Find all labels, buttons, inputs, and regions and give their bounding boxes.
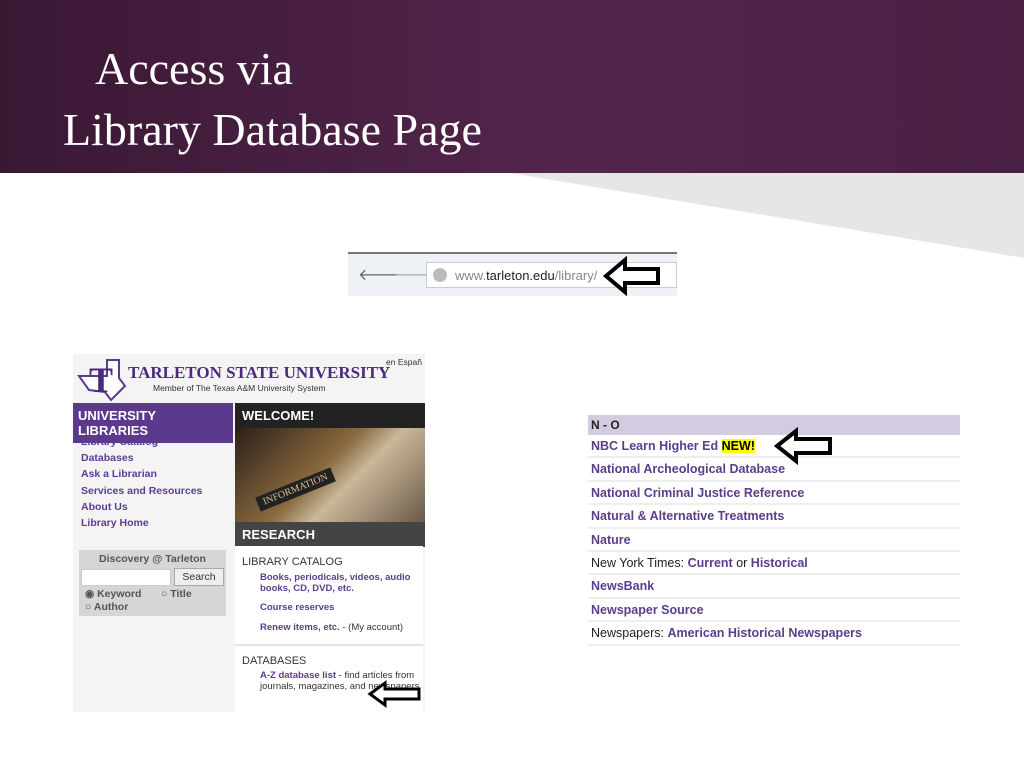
list-item[interactable]: Natural & Alternative Treatments [588,505,960,529]
slide-header: Access via Library Database Page [0,0,1024,173]
db-link[interactable]: National Criminal Justice Reference [591,486,804,500]
db-link[interactable]: American Historical Newspapers [667,626,862,640]
catalog-link-renew[interactable]: Renew items, etc. [260,622,340,633]
url-prefix: www. [455,268,487,283]
slide-title-line1: Access via [95,43,293,94]
radio-keyword-label: Keyword [97,588,142,600]
browser-toolbar: 🡐 🡒 www.tarleton.edu/library/ [348,252,677,296]
university-member: Member of The Texas A&M University Syste… [153,383,326,393]
catalog-renew: Renew items, etc. - (My account) [260,622,403,633]
tarleton-logo: T [77,359,127,402]
sidebar-link-library-catalog[interactable]: Library Catalog [81,434,202,450]
arrow-left-icon [603,256,660,296]
list-item[interactable]: NBC Learn Higher Ed NEW! [588,427,960,465]
newspapers-label: Newspapers: [591,626,668,641]
library-photo: INFORMATION [235,428,425,522]
radio-author-label: Author [93,601,129,613]
sidebar-links: Library Catalog Databases Ask a Libraria… [81,434,202,531]
sidebar-link-ask-librarian[interactable]: Ask a Librarian [81,466,202,482]
catalog-link-books[interactable]: Books, periodicals, videos, audio books,… [260,572,415,594]
az-database-list: N - O NBC Learn Higher Ed NEW! National … [588,415,960,651]
nyt-historical-link[interactable]: Historical [751,556,808,570]
arrow-left-icon [367,680,421,708]
welcome-header: WELCOME! [235,403,425,428]
discovery-search-box: Discovery @ Tarleton Search ◉ Keyword ○ … [79,550,226,616]
list-item[interactable]: NewsBank [588,575,960,599]
db-link[interactable]: Natural & Alternative Treatments [591,509,784,523]
url-domain: tarleton.edu [486,268,555,283]
arrow-left-icon [774,427,832,465]
nyt-label: New York Times: [591,555,688,570]
list-item[interactable]: Nature [588,529,960,552]
university-name: TARLETON STATE UNIVERSITY [128,363,391,382]
discovery-search-input[interactable] [81,569,171,586]
new-badge: NEW! [721,439,755,453]
db-link[interactable]: Nature [591,533,631,547]
research-panel: LIBRARY CATALOG Books, periodicals, vide… [235,546,423,712]
db-link[interactable]: NBC Learn Higher Ed [591,439,718,453]
radio-keyword[interactable]: ◉ Keyword [85,588,141,600]
radio-title[interactable]: ○ Title [161,588,192,600]
my-account-text: - (My account) [339,622,404,633]
catalog-link-reserves[interactable]: Course reserves [260,602,334,613]
list-item: New York Times: Current or Historical [588,552,960,576]
radio-title-label: Title [170,588,192,600]
tarleton-library-page: T TARLETON STATE UNIVERSITY Member of Th… [73,354,425,712]
db-link[interactable]: National Archeological Database [591,462,785,476]
nyt-current-link[interactable]: Current [688,556,733,570]
radio-author[interactable]: ○ Author [85,601,128,613]
az-database-list-link[interactable]: A-Z database list [260,670,336,681]
db-link[interactable]: Newspaper Source [591,603,704,617]
list-item[interactable]: Newspaper Source [588,599,960,623]
sidebar-link-library-home[interactable]: Library Home [81,515,202,531]
information-sign: INFORMATION [255,467,336,512]
sidebar-link-about[interactable]: About Us [81,499,202,515]
globe-icon [433,268,447,282]
databases-heading: DATABASES [242,655,307,667]
nyt-or: or [732,555,751,570]
db-link[interactable]: NewsBank [591,579,654,593]
list-item[interactable]: National Criminal Justice Reference [588,482,960,506]
divider [235,644,423,646]
sidebar-link-services[interactable]: Services and Resources [81,483,202,499]
language-link[interactable]: en Españ [386,357,422,367]
slide-title-line2: Library Database Page [63,104,482,155]
catalog-heading: LIBRARY CATALOG [242,556,343,568]
svg-text:T: T [89,360,113,400]
url-path: /library/ [554,268,598,283]
sidebar-link-databases[interactable]: Databases [81,450,202,466]
search-button[interactable]: Search [174,568,224,586]
list-item: Newspapers: American Historical Newspape… [588,622,960,646]
research-header: RESEARCH [235,522,425,547]
decorative-wedge [510,173,1024,258]
discovery-title: Discovery @ Tarleton [99,553,206,565]
